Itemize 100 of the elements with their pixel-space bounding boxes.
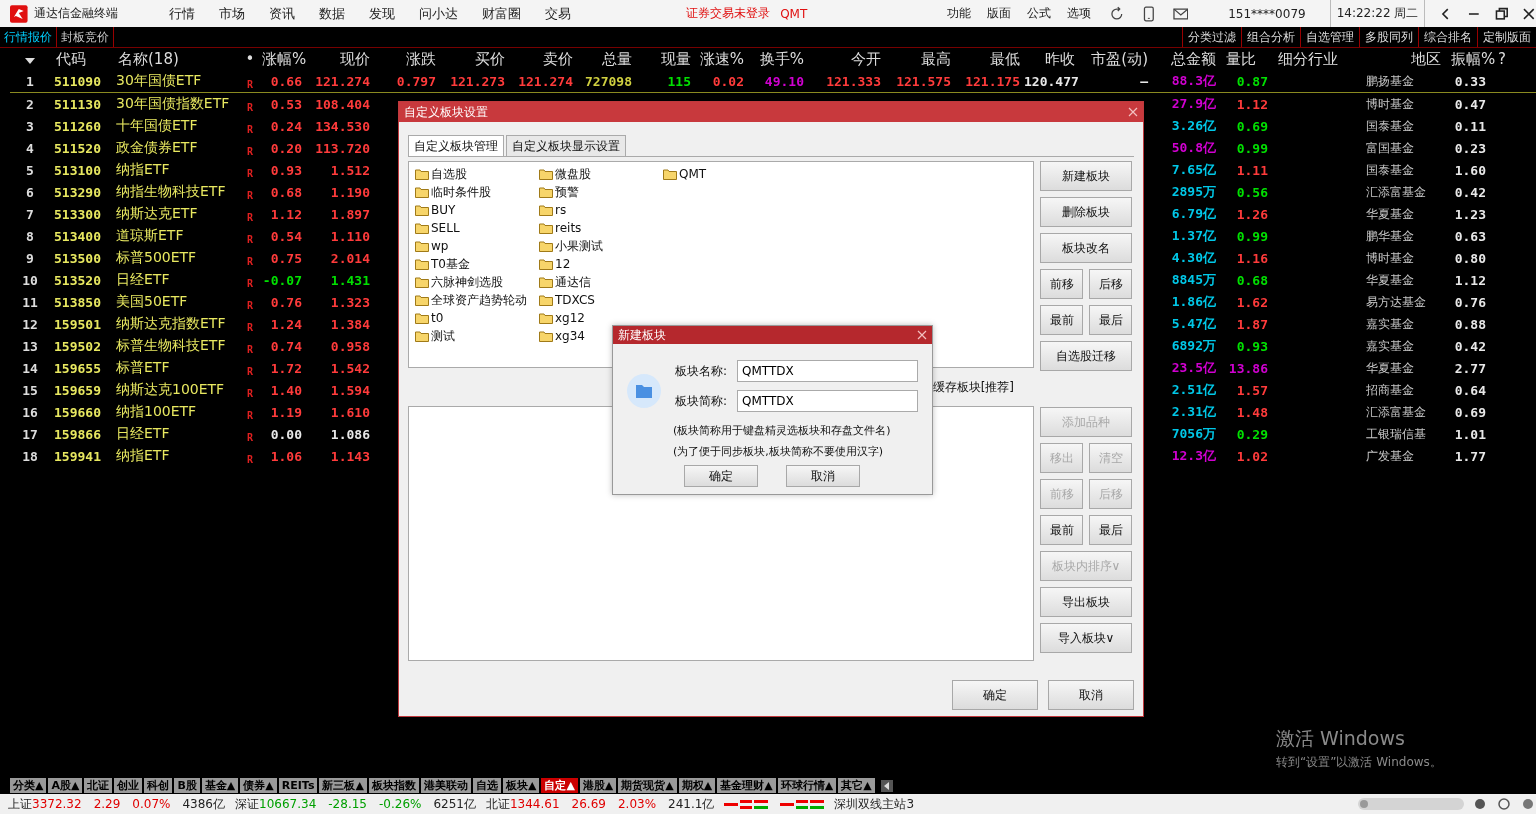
folder-item[interactable]: reits	[555, 221, 582, 235]
folder-item[interactable]: wp	[431, 239, 449, 253]
dialog-tab[interactable]: 自定义板块管理	[408, 135, 504, 156]
column-header[interactable]: 涨速%	[699, 49, 744, 68]
folder-item[interactable]: 12	[555, 257, 571, 271]
menu-item[interactable]: 发现	[369, 4, 396, 23]
dialog-button[interactable]: 板块改名	[1040, 233, 1132, 263]
dialog-button[interactable]: 删除板块	[1040, 197, 1132, 227]
column-header[interactable]: 最高	[921, 49, 951, 68]
folder-item[interactable]: 六脉神剑选股	[431, 273, 503, 291]
folder-item[interactable]: 小果测试	[555, 237, 603, 255]
menu-item[interactable]: 资讯	[269, 4, 296, 23]
tool-menu-item[interactable]: 选项	[1067, 5, 1092, 22]
sort-icon[interactable]	[25, 57, 35, 64]
sheet-tab[interactable]: 北证	[84, 778, 113, 793]
sheet-tab[interactable]: A股▲	[48, 778, 83, 793]
ok-button[interactable]: 确定	[684, 465, 758, 487]
phone-icon[interactable]	[1142, 5, 1155, 22]
column-header[interactable]: 卖价	[543, 49, 573, 68]
sheet-tab[interactable]: REITs	[278, 778, 318, 793]
menu-item[interactable]: 财富圈	[482, 4, 522, 23]
view-button[interactable]: 定制版面	[1477, 27, 1536, 47]
sheet-tab[interactable]: 期货现货▲	[618, 778, 677, 793]
cancel-button[interactable]: 取消	[786, 465, 860, 487]
dialog-button[interactable]: 导出板块	[1040, 587, 1132, 617]
view-button[interactable]: 分类过滤	[1182, 27, 1241, 47]
column-header[interactable]: 换手%	[759, 49, 804, 68]
folder-item[interactable]: xg34	[555, 329, 585, 343]
tool-menu-item[interactable]: 功能	[947, 5, 972, 22]
dialog-button[interactable]: 导入板块∨	[1040, 623, 1132, 653]
column-header[interactable]: 量比	[1226, 49, 1256, 68]
column-header[interactable]: 代码	[56, 49, 86, 68]
menu-item[interactable]: 问小达	[419, 4, 459, 23]
folder-item[interactable]: TDXCS	[555, 293, 595, 307]
ok-button[interactable]: 确定	[952, 680, 1038, 710]
refresh-icon[interactable]	[1109, 5, 1125, 22]
column-header[interactable]: 细分行业	[1278, 49, 1338, 68]
sheet-tab[interactable]: 分类▲	[10, 778, 47, 793]
dialog-button[interactable]: 前移	[1040, 269, 1083, 299]
column-header[interactable]: 最低	[990, 49, 1020, 68]
folder-item[interactable]: 测试	[431, 327, 455, 345]
column-header[interactable]: 现量	[661, 49, 691, 68]
status-icon[interactable]	[1474, 798, 1486, 810]
folder-item[interactable]: SELL	[431, 221, 460, 235]
mail-icon[interactable]	[1172, 7, 1189, 20]
view-button[interactable]: 多股同列	[1359, 27, 1418, 47]
sheet-tab[interactable]: 基金▲	[201, 778, 239, 793]
menu-item[interactable]: 行情	[169, 4, 196, 23]
sheet-tab[interactable]: 环球行情▲	[777, 778, 837, 793]
sheet-tab[interactable]: 板块指数	[368, 778, 419, 793]
column-header[interactable]: 地区	[1411, 49, 1441, 68]
folder-item[interactable]: rs	[555, 203, 567, 217]
restore-icon[interactable]	[1494, 6, 1509, 21]
folder-item[interactable]: 通达信	[555, 273, 591, 291]
tool-menu-item[interactable]: 公式	[1027, 5, 1052, 22]
column-header[interactable]: 现价	[340, 49, 370, 68]
view-button[interactable]: 综合排名	[1418, 27, 1477, 47]
menu-item[interactable]: 数据	[319, 4, 346, 23]
input-field[interactable]: QMTTDX	[737, 390, 918, 412]
view-button[interactable]: 自选管理	[1300, 27, 1359, 47]
folder-item[interactable]: 自选股	[431, 165, 467, 183]
folder-item[interactable]: T0基金	[431, 255, 470, 273]
sheet-tab[interactable]: 债券▲	[240, 778, 277, 793]
folder-item[interactable]: 预警	[555, 183, 579, 201]
dialog-button[interactable]: 后移	[1089, 269, 1132, 299]
dialog-button[interactable]: 最后	[1089, 305, 1132, 335]
sheet-tab[interactable]: 自定▲	[541, 778, 578, 793]
column-header[interactable]: 今开	[851, 49, 881, 68]
view-tab[interactable]: 行情报价	[0, 27, 57, 47]
menu-item[interactable]: 交易	[545, 4, 572, 23]
column-header[interactable]: 振幅%	[1451, 49, 1496, 68]
folder-item[interactable]: 临时条件股	[431, 183, 491, 201]
input-field[interactable]: QMTTDX	[737, 360, 918, 382]
dialog-button[interactable]: 最前	[1040, 515, 1083, 545]
close-icon[interactable]	[1522, 6, 1536, 21]
folder-item[interactable]: QMT	[679, 167, 707, 181]
sheet-tab[interactable]: 科创	[144, 778, 173, 793]
view-button[interactable]: 组合分析	[1241, 27, 1300, 47]
sheet-tab[interactable]: 新三板▲	[319, 778, 367, 793]
status-icon[interactable]	[1522, 798, 1534, 810]
sheet-tab[interactable]: 期权▲	[678, 778, 716, 793]
sheet-tab[interactable]: 港股▲	[579, 778, 617, 793]
column-header[interactable]: 总量	[602, 49, 632, 68]
sheet-tab[interactable]: 板块▲	[502, 778, 540, 793]
column-header[interactable]: 总金额	[1171, 49, 1216, 68]
sheet-tab[interactable]: B股	[174, 778, 200, 793]
folder-item[interactable]: 全球资产趋势轮动	[431, 291, 527, 309]
folder-item[interactable]: xg12	[555, 311, 585, 325]
scroll-left-icon[interactable]	[880, 779, 893, 792]
folder-item[interactable]: t0	[431, 311, 444, 325]
status-icon[interactable]	[1498, 798, 1510, 810]
dialog-button[interactable]: 最后	[1089, 515, 1132, 545]
column-header[interactable]: 昨收	[1045, 49, 1075, 68]
dialog-button[interactable]: 最前	[1040, 305, 1083, 335]
folder-item[interactable]: 微盘股	[555, 165, 591, 183]
dialog-button[interactable]: 新建板块	[1040, 161, 1132, 191]
column-header[interactable]: 涨跌	[406, 49, 436, 68]
dialog-button[interactable]: 自选股迁移	[1040, 341, 1132, 371]
column-header[interactable]: 名称(18)	[118, 49, 179, 68]
sheet-tab[interactable]: 创业	[114, 778, 143, 793]
